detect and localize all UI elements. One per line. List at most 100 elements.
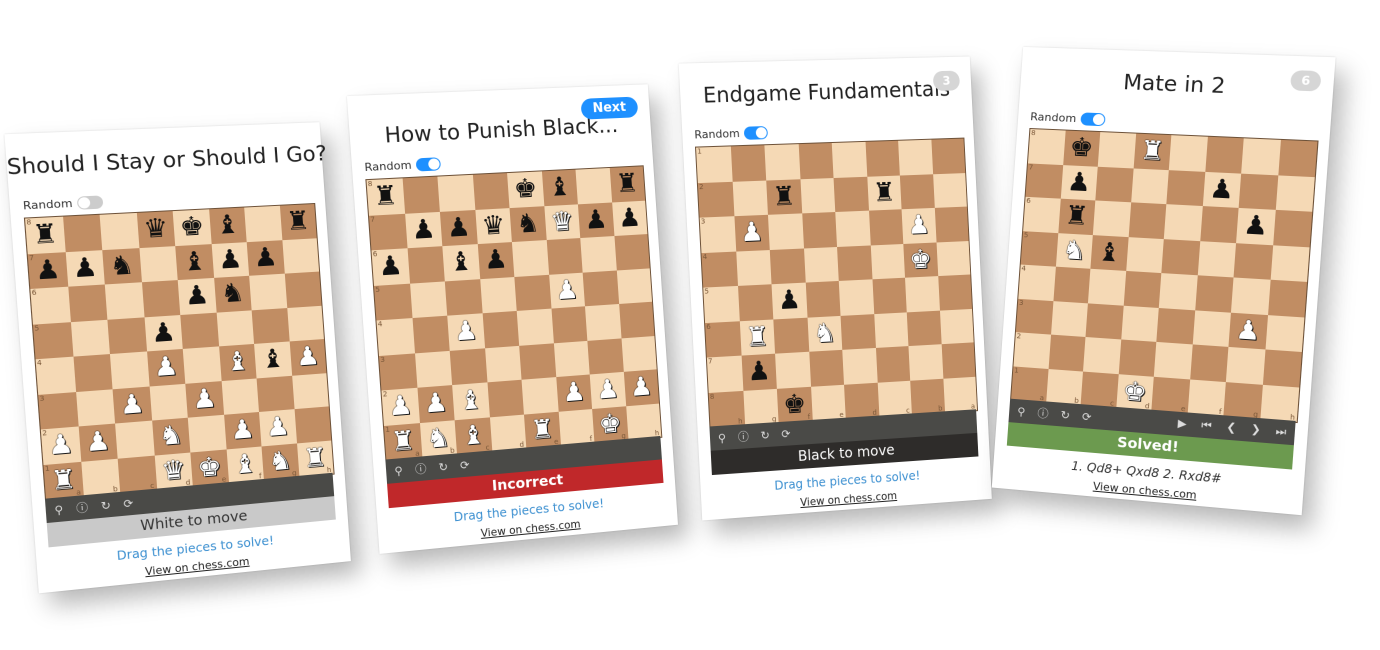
board-square[interactable] (472, 173, 510, 210)
black-queen-icon[interactable]: ♛ (142, 214, 169, 245)
board-square[interactable] (180, 312, 219, 349)
board-square[interactable]: ♛ (136, 211, 176, 248)
board-square[interactable] (1233, 242, 1273, 280)
board-square[interactable] (767, 213, 804, 250)
board-square[interactable] (1083, 336, 1121, 374)
board-square[interactable]: ♚ (172, 209, 212, 246)
board-square[interactable] (251, 307, 290, 344)
board-square[interactable] (99, 212, 139, 250)
white-pawn-icon[interactable]: ♟ (387, 391, 413, 423)
board-square[interactable] (1085, 302, 1124, 340)
lightbulb-icon[interactable]: ⚲ (394, 464, 403, 478)
board-square[interactable]: e (810, 384, 846, 421)
board-square[interactable] (449, 347, 487, 386)
board-square[interactable]: 2 (1013, 332, 1051, 369)
board-square[interactable] (580, 236, 617, 273)
board-square[interactable] (936, 240, 971, 277)
board-square[interactable]: ♟ (404, 211, 443, 249)
board-square[interactable]: 8h (708, 390, 745, 428)
white-rook-icon[interactable]: ♜ (390, 425, 416, 457)
board-square[interactable]: 1a (1011, 365, 1049, 403)
board-square[interactable]: ♞ (807, 315, 843, 352)
white-pawn-icon[interactable]: ♟ (423, 388, 449, 420)
last-icon[interactable]: ⏭ (1275, 424, 1287, 439)
next-icon[interactable]: ❯ (1250, 423, 1261, 438)
black-rook-icon[interactable]: ♜ (872, 177, 896, 208)
board-square[interactable]: 1 (696, 146, 733, 183)
board-square[interactable] (1118, 339, 1157, 377)
board-square[interactable] (930, 138, 966, 174)
board-square[interactable]: ♚ (903, 242, 938, 278)
board-square[interactable] (412, 315, 450, 353)
black-rook-icon[interactable]: ♜ (372, 181, 398, 213)
board-square[interactable] (1087, 268, 1126, 306)
board-square[interactable] (840, 313, 876, 350)
lightbulb-icon[interactable]: ⚲ (1017, 405, 1026, 418)
board-square[interactable]: ♟ (78, 423, 118, 462)
black-king-icon[interactable]: ♚ (513, 174, 538, 205)
board-square[interactable] (437, 174, 475, 212)
board-square[interactable]: 8 (1027, 129, 1066, 165)
board-square[interactable]: c (877, 380, 912, 417)
board-square[interactable]: ♞ (509, 205, 547, 243)
board-square[interactable] (1277, 139, 1318, 177)
board-square[interactable] (808, 349, 845, 387)
board-square[interactable] (1161, 238, 1200, 276)
board-square[interactable] (1052, 266, 1091, 303)
board-square[interactable]: b (1045, 368, 1084, 406)
board-square[interactable] (582, 270, 619, 307)
board-square[interactable]: ♝ c (454, 416, 492, 455)
board-square[interactable]: 5 (1020, 230, 1058, 267)
board-square[interactable]: ♟ (741, 353, 777, 391)
board-square[interactable] (773, 317, 809, 354)
board-square[interactable]: ♞ (213, 275, 252, 313)
board-square[interactable]: ♜ (766, 178, 802, 215)
board-square[interactable] (835, 210, 871, 247)
black-pawn-icon[interactable]: ♟ (777, 285, 801, 316)
toggle-switch[interactable] (1079, 112, 1106, 127)
board-square[interactable]: ♟ (65, 249, 105, 287)
black-pawn-icon[interactable]: ♟ (617, 203, 642, 234)
board-square[interactable]: ♟ (143, 314, 183, 352)
retry-icon[interactable]: ↻ (438, 460, 448, 474)
board-square[interactable] (182, 346, 222, 384)
board-square[interactable] (872, 277, 907, 314)
black-rook-icon[interactable]: ♜ (615, 169, 640, 200)
board-square[interactable] (1262, 349, 1302, 388)
board-square[interactable]: ♟ (416, 385, 455, 423)
white-knight-icon[interactable]: ♞ (1061, 235, 1087, 266)
white-pawn-icon[interactable]: ♟ (230, 415, 256, 447)
board-square[interactable] (109, 351, 150, 389)
board-square[interactable]: ♟ (211, 241, 250, 278)
white-pawn-icon[interactable]: ♟ (740, 217, 765, 248)
question-icon[interactable]: ⓘ (414, 460, 427, 477)
board-square[interactable] (937, 274, 972, 311)
board-square[interactable]: ♜ 8 (366, 178, 405, 216)
board-square[interactable]: a (942, 376, 978, 413)
lightbulb-icon[interactable]: ⚲ (718, 431, 727, 445)
question-icon[interactable]: ⓘ (737, 428, 750, 445)
board-square[interactable]: ♟ (477, 242, 515, 279)
white-queen-icon[interactable]: ♛ (550, 206, 575, 237)
board-square[interactable] (868, 209, 904, 245)
white-knight-icon[interactable]: ♞ (813, 318, 837, 349)
toggle-switch[interactable] (743, 126, 768, 140)
board-square[interactable] (484, 345, 522, 383)
board-square[interactable]: 6 (705, 320, 742, 358)
board-square[interactable] (281, 237, 320, 274)
black-pawn-icon[interactable]: ♟ (377, 251, 403, 283)
black-queen-icon[interactable]: ♛ (481, 210, 507, 241)
board-square[interactable]: ♛ (543, 203, 581, 241)
board-square[interactable]: 5 (32, 321, 73, 360)
board-square[interactable]: ♟ (439, 209, 478, 247)
board-square[interactable]: 6 (30, 286, 71, 325)
board-square[interactable]: ♜ (279, 204, 317, 240)
chess-board[interactable]: ♜ 8 ♛ ♚ ♝ ♜ ♟ 7 ♟ ♞ ♝ ♟ ♟ 6 ♟ ♞ 5 ♟ 4 ♟ ♝ ♝ ♟ 3 ♟ ♟ ♟ 2 ♟ ♞ ♟ ♟ ♜ 1 a b c ♛ d ♚… (23, 202, 335, 501)
board-square[interactable]: d (489, 414, 527, 452)
board-square[interactable] (833, 176, 869, 213)
board-square[interactable] (514, 274, 552, 311)
chess-board[interactable]: 1 2 ♜ ♜ 3 ♟ ♟ 4 ♚ 5 ♟ 6 ♜ ♞ 7 ♟ 8 h g ♚ f e d c b a (694, 137, 979, 429)
white-rook-icon[interactable]: ♜ (50, 464, 77, 497)
black-bishop-icon[interactable]: ♝ (1096, 237, 1122, 268)
board-square[interactable]: ♟ (555, 374, 593, 412)
